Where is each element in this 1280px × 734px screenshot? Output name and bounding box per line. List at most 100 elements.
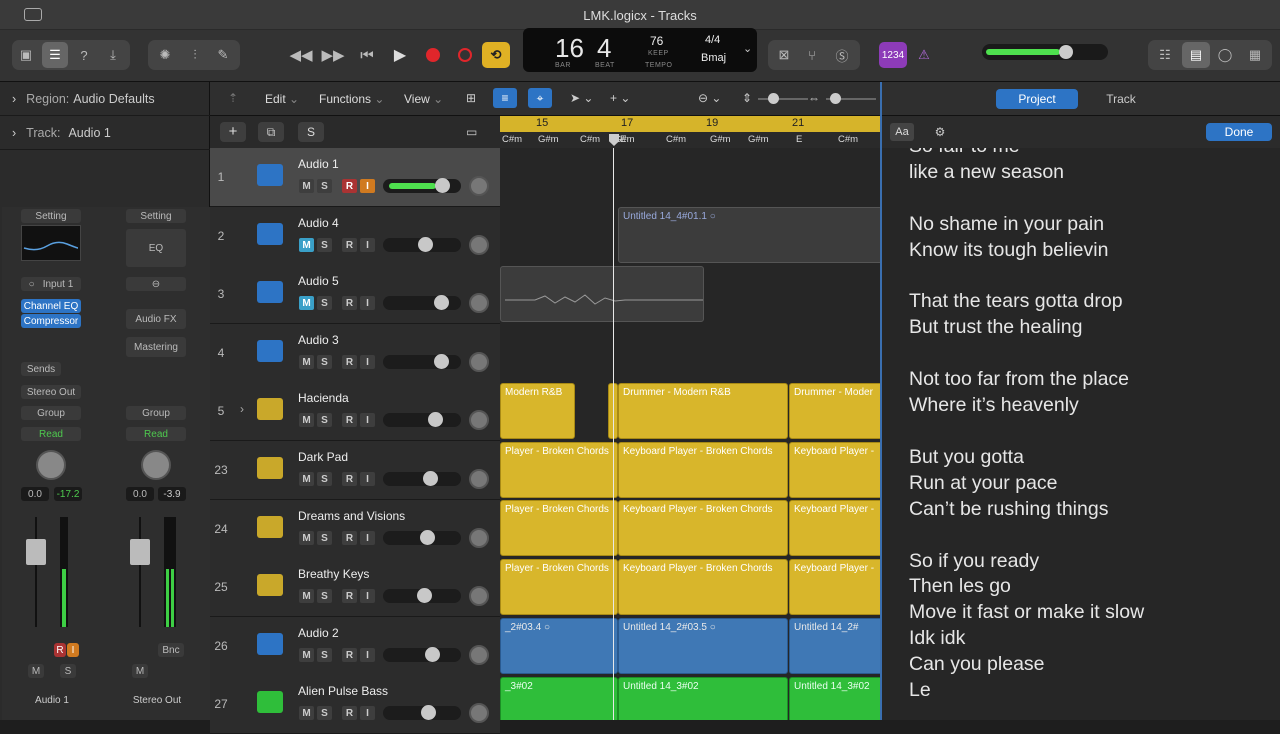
link-icon[interactable]: ⊖ [126, 277, 186, 291]
catch-icon[interactable]: ⌖ [528, 88, 552, 108]
track-volume-slider[interactable] [383, 412, 461, 427]
region-kb-24-2[interactable]: Keyboard Player - Broken Chords [618, 500, 788, 556]
track-header[interactable]: 27 Alien Pulse Bass M S R I [210, 675, 500, 734]
mute-button[interactable]: M [28, 664, 44, 678]
track-name[interactable]: Dreams and Visions [298, 509, 405, 523]
region-kb-24-3[interactable]: Keyboard Player - [789, 500, 880, 556]
mute-button[interactable]: M [299, 179, 314, 193]
inspector-icon[interactable]: ☰ [42, 42, 68, 68]
list-editors-icon[interactable]: ☷ [1152, 42, 1178, 68]
low-latency-icon[interactable]: ⊠ [772, 42, 796, 68]
track-name[interactable]: Audio 3 [298, 333, 339, 347]
waveform-zoom-icon[interactable]: ⊖ ⌄ [698, 91, 721, 105]
solo-button[interactable]: S [317, 531, 332, 545]
record-enable-button[interactable]: R [54, 643, 66, 657]
pan-knob[interactable] [141, 450, 171, 480]
cycle-button[interactable]: ⟲ [482, 42, 510, 68]
region-kb-25-3[interactable]: Keyboard Player - [789, 559, 880, 615]
track-name[interactable]: Audio 5 [298, 274, 339, 288]
global-solo-button[interactable]: S [298, 122, 324, 142]
pan-knob[interactable] [469, 235, 489, 255]
region-kb-23-1[interactable]: Player - Broken Chords [500, 442, 618, 498]
mute-button[interactable]: M [299, 648, 314, 662]
pencil-tool-icon[interactable]: + ⌄ [610, 91, 630, 105]
mute-button[interactable]: M [299, 706, 314, 720]
record-enable-button[interactable]: R [342, 589, 357, 603]
region-kb-25-1[interactable]: Player - Broken Chords [500, 559, 618, 615]
mute-button[interactable]: M [299, 589, 314, 603]
pan-knob[interactable] [469, 645, 489, 665]
region-drummer-4[interactable]: Drummer - Moder [789, 383, 880, 439]
pan-knob[interactable] [469, 703, 489, 723]
vertical-zoom-slider[interactable]: ⇕ [742, 91, 812, 105]
input-monitor-button[interactable]: I [360, 296, 375, 310]
track-header[interactable]: 24 Dreams and Visions M S R I [210, 500, 500, 559]
input-monitor-button[interactable]: I [360, 238, 375, 252]
group-button[interactable]: Group [21, 406, 81, 420]
eq-thumbnail[interactable] [21, 225, 81, 261]
metronome-icon[interactable]: ⚠ [912, 42, 936, 68]
volume-fader[interactable] [130, 517, 150, 627]
record-enable-button[interactable]: R [342, 648, 357, 662]
done-button[interactable]: Done [1206, 123, 1272, 141]
horizontal-zoom-slider[interactable]: ⇔ [808, 91, 878, 105]
solo-button[interactable]: S [317, 355, 332, 369]
fader-cap[interactable] [130, 539, 150, 565]
volume-knob[interactable] [425, 647, 440, 662]
mixer-icon[interactable]: ⫶ [182, 42, 208, 68]
track-header[interactable]: 25 Breathy Keys M S R I [210, 558, 500, 617]
lyrics-area[interactable]: So fair to me like a new season No shame… [882, 148, 1280, 720]
chord-track[interactable]: C#m G#m C#m G#m E C#m G#m G#m E C#m [500, 132, 880, 148]
solo-button[interactable]: S [317, 413, 332, 427]
region-kb-23-3[interactable]: Keyboard Player - [789, 442, 880, 498]
record-button[interactable] [420, 42, 446, 68]
cycle-area[interactable] [500, 116, 880, 132]
volume-knob[interactable] [428, 412, 443, 427]
volume-knob[interactable] [434, 354, 449, 369]
master-volume-knob[interactable] [1059, 45, 1073, 59]
track-volume-slider[interactable] [383, 178, 461, 193]
mute-button[interactable]: M [299, 472, 314, 486]
replace-record-button[interactable] [452, 42, 478, 68]
rewind-button[interactable]: ◀◀ [288, 42, 314, 68]
input-monitor-button[interactable]: I [360, 179, 375, 193]
input-monitor-button[interactable]: I [360, 355, 375, 369]
setting-button[interactable]: Setting [21, 209, 81, 223]
solo-button[interactable]: S [317, 706, 332, 720]
track-header[interactable]: 1 Audio 1 MSRI [210, 148, 500, 207]
loop-browser-icon[interactable]: ◯ [1212, 42, 1238, 68]
settings-icon[interactable]: ⚙ [930, 123, 950, 141]
record-enable-button[interactable]: R [342, 531, 357, 545]
track-volume-slider[interactable] [383, 530, 461, 545]
tab-track[interactable]: Track [1080, 89, 1162, 109]
note-pad-icon[interactable]: ▤ [1182, 42, 1210, 68]
setting-button[interactable]: Setting [126, 209, 186, 223]
group-button[interactable]: Group [126, 406, 186, 420]
tab-project[interactable]: Project [996, 89, 1078, 109]
record-enable-button[interactable]: R [342, 355, 357, 369]
volume-knob[interactable] [420, 530, 435, 545]
grid-view-icon[interactable]: ⊞ [466, 91, 476, 105]
solo-button[interactable]: S [317, 648, 332, 662]
sends-button[interactable]: Sends [21, 362, 61, 376]
global-tracks-icon[interactable]: ▭ [466, 125, 477, 139]
add-track-button[interactable]: + [220, 122, 246, 142]
track-header[interactable]: 2 Audio 4 MSRI [210, 207, 500, 266]
track-volume-slider[interactable] [383, 295, 461, 310]
track-name[interactable]: Audio 2 [298, 626, 339, 640]
record-enable-button[interactable]: R [342, 413, 357, 427]
play-button[interactable]: ▶ [387, 42, 413, 68]
mute-button[interactable]: M [299, 238, 314, 252]
pan-knob[interactable] [469, 293, 489, 313]
browser-icon[interactable]: ▦ [1242, 42, 1268, 68]
track-header[interactable]: 4 Audio 3 MSRI [210, 324, 500, 383]
arrange-lane[interactable]: Untitled 14_4#01.1 ○ Modern R&B Drummer … [500, 148, 880, 720]
region-inspector-header[interactable]: › Region: Audio Defaults [0, 82, 210, 116]
track-volume-slider[interactable] [383, 705, 461, 720]
track-volume-slider[interactable] [383, 471, 461, 486]
plugin-compressor[interactable]: Compressor [21, 314, 81, 328]
playhead[interactable] [613, 148, 614, 720]
volume-knob[interactable] [434, 295, 449, 310]
volume-knob[interactable] [418, 237, 433, 252]
region-audio-4[interactable]: Untitled 14_4#01.1 ○ [618, 207, 880, 263]
